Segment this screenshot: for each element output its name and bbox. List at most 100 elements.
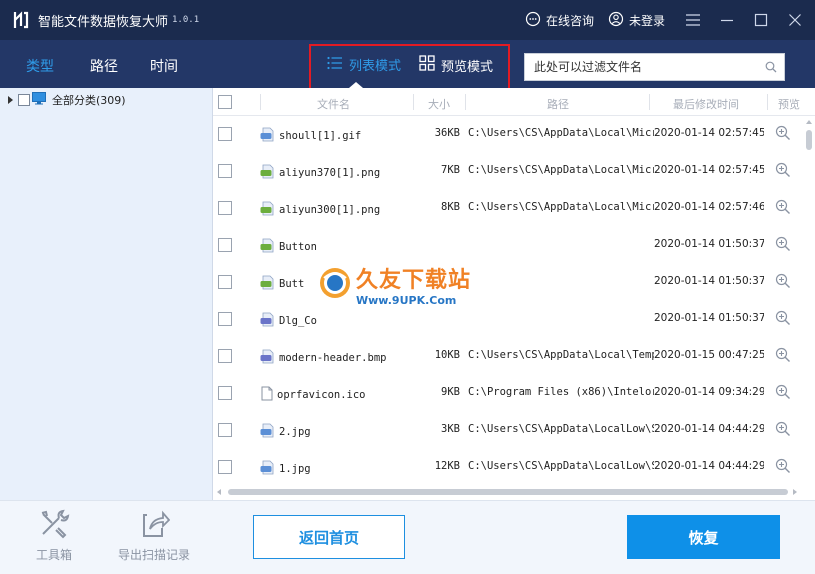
- file-name-cell: modern-header.bmp: [260, 349, 410, 367]
- row-checkbox[interactable]: [218, 423, 232, 437]
- zoom-preview-icon[interactable]: [775, 236, 791, 255]
- modified-time-cell: 2020-01-14 02:57:45: [654, 127, 764, 139]
- file-path-cell: C:\Users\CS\AppData\LocalLow\Sogc: [468, 423, 654, 435]
- expand-arrow-icon[interactable]: [8, 96, 13, 104]
- file-size-cell: 8KB: [441, 201, 460, 213]
- zoom-preview-icon[interactable]: [775, 421, 791, 440]
- table-row[interactable]: aliyun300[1].png 8KB C:\Users\CS\AppData\L…: [213, 190, 805, 227]
- title-bar: 智能文件数据恢复大师 1.0.1 在线咨询 未登录: [0, 0, 815, 40]
- app-title: 智能文件数据恢复大师: [38, 14, 169, 30]
- table-row[interactable]: aliyun370[1].png 7KB C:\Users\CS\AppData\L…: [213, 153, 805, 190]
- file-size-cell: 10KB: [434, 349, 460, 361]
- zoom-preview-icon[interactable]: [775, 458, 791, 477]
- row-checkbox[interactable]: [218, 238, 232, 252]
- row-checkbox[interactable]: [218, 127, 232, 141]
- column-header-size[interactable]: 大小: [428, 96, 450, 112]
- select-all-checkbox[interactable]: [218, 95, 232, 109]
- search-input[interactable]: [525, 54, 758, 80]
- file-table: 文件名 大小 路径 最后修改时间 预览 shoull[1].gif 36KB C:\…: [213, 88, 815, 500]
- tab-time[interactable]: 时间: [150, 56, 178, 76]
- zoom-preview-icon[interactable]: [775, 384, 791, 403]
- file-size-cell: 36KB: [434, 127, 460, 139]
- vertical-scrollbar[interactable]: [803, 116, 815, 486]
- table-row[interactable]: Butt 2020-01-14 01:50:37: [213, 264, 805, 301]
- online-consult-label: 在线咨询: [545, 13, 594, 28]
- row-checkbox[interactable]: [218, 164, 232, 178]
- export-scan-record-button[interactable]: 导出扫描记录: [118, 509, 190, 563]
- zoom-preview-icon[interactable]: [775, 162, 791, 181]
- scroll-up-arrow-icon[interactable]: [806, 120, 812, 124]
- login-label: 未登录: [628, 13, 665, 28]
- gif-file-icon: [260, 127, 276, 145]
- zoom-preview-icon[interactable]: [775, 199, 791, 218]
- file-name-text: oprfavicon.ico: [277, 389, 366, 401]
- file-size-cell: 12KB: [434, 460, 460, 472]
- tab-path[interactable]: 路径: [90, 56, 118, 76]
- close-icon[interactable]: [781, 6, 809, 34]
- online-consult-button[interactable]: 在线咨询: [525, 11, 594, 30]
- search-box[interactable]: [524, 53, 785, 81]
- row-checkbox[interactable]: [218, 275, 232, 289]
- file-name-text: 1.jpg: [279, 463, 311, 475]
- file-name-text: Button: [279, 241, 317, 253]
- recover-button[interactable]: 恢复: [627, 515, 780, 559]
- zoom-preview-icon[interactable]: [775, 347, 791, 366]
- scroll-right-arrow-icon[interactable]: [793, 489, 797, 495]
- table-row[interactable]: modern-header.bmp 10KB C:\Users\CS\AppData…: [213, 338, 805, 375]
- file-name-cell: Button: [260, 238, 410, 256]
- row-checkbox[interactable]: [218, 460, 232, 474]
- app-version: 1.0.1: [172, 15, 200, 25]
- column-divider: [767, 94, 768, 110]
- row-checkbox[interactable]: [218, 312, 232, 326]
- tree-checkbox[interactable]: [18, 94, 30, 106]
- png-file-icon: [260, 238, 276, 256]
- menu-icon[interactable]: [679, 6, 707, 34]
- table-row[interactable]: oprfavicon.ico 9KB C:\Program Files (x86)\…: [213, 375, 805, 412]
- file-name-cell: 1.jpg: [260, 460, 410, 478]
- table-row[interactable]: Button 2020-01-14 01:50:37: [213, 227, 805, 264]
- column-header-path[interactable]: 路径: [547, 96, 569, 112]
- vertical-scroll-thumb[interactable]: [806, 130, 812, 150]
- search-icon[interactable]: [758, 61, 784, 73]
- modified-time-cell: 2020-01-14 02:57:45: [654, 164, 764, 176]
- maximize-icon[interactable]: [747, 6, 775, 34]
- table-row[interactable]: shoull[1].gif 36KB C:\Users\CS\AppData\Loc…: [213, 116, 805, 153]
- watermark-main-text: 久友下载站: [356, 268, 472, 293]
- modified-time-cell: 2020-01-14 04:44:29: [654, 460, 764, 472]
- column-header-preview[interactable]: 预览: [778, 96, 800, 112]
- file-name-text: 2.jpg: [279, 426, 311, 438]
- toolbox-label: 工具箱: [36, 548, 73, 562]
- minimize-icon[interactable]: [713, 6, 741, 34]
- png-file-icon: [260, 201, 276, 219]
- column-header-modified[interactable]: 最后修改时间: [673, 96, 739, 112]
- modified-time-cell: 2020-01-14 02:57:46: [654, 201, 764, 213]
- file-name-cell: Dlg_Co: [260, 312, 410, 330]
- login-button[interactable]: 未登录: [608, 11, 665, 30]
- column-header-name[interactable]: 文件名: [317, 96, 350, 112]
- tab-type[interactable]: 类型: [26, 56, 54, 76]
- file-name-text: Dlg_Co: [279, 315, 317, 327]
- row-checkbox[interactable]: [218, 386, 232, 400]
- zoom-preview-icon[interactable]: [775, 310, 791, 329]
- table-row[interactable]: 1.jpg 12KB C:\Users\CS\AppData\LocalLow\So…: [213, 449, 805, 486]
- table-row[interactable]: 2.jpg 3KB C:\Users\CS\AppData\LocalLow\Sog…: [213, 412, 805, 449]
- zoom-preview-icon[interactable]: [775, 273, 791, 292]
- tree-item-all-categories[interactable]: 全部分类(309): [8, 92, 126, 108]
- blank-file-icon: [260, 386, 274, 404]
- file-path-cell: C:\Users\CS\AppData\Local\Microsc: [468, 164, 654, 176]
- chat-bubble-icon: [525, 11, 541, 30]
- horizontal-scrollbar[interactable]: [213, 486, 803, 498]
- scroll-left-arrow-icon[interactable]: [217, 489, 221, 495]
- png-file-icon: [260, 275, 276, 293]
- zoom-preview-icon[interactable]: [775, 125, 791, 144]
- back-home-button[interactable]: 返回首页: [253, 515, 405, 559]
- toolbox-button[interactable]: 工具箱: [36, 509, 72, 563]
- tree-label: 全部分类(309): [52, 94, 126, 107]
- horizontal-scroll-thumb[interactable]: [228, 489, 788, 495]
- table-row[interactable]: Dlg_Co 2020-01-14 01:50:37: [213, 301, 805, 338]
- png-file-icon: [260, 164, 276, 182]
- file-name-cell: 2.jpg: [260, 423, 410, 441]
- file-name-text: aliyun300[1].png: [279, 204, 381, 216]
- row-checkbox[interactable]: [218, 201, 232, 215]
- row-checkbox[interactable]: [218, 349, 232, 363]
